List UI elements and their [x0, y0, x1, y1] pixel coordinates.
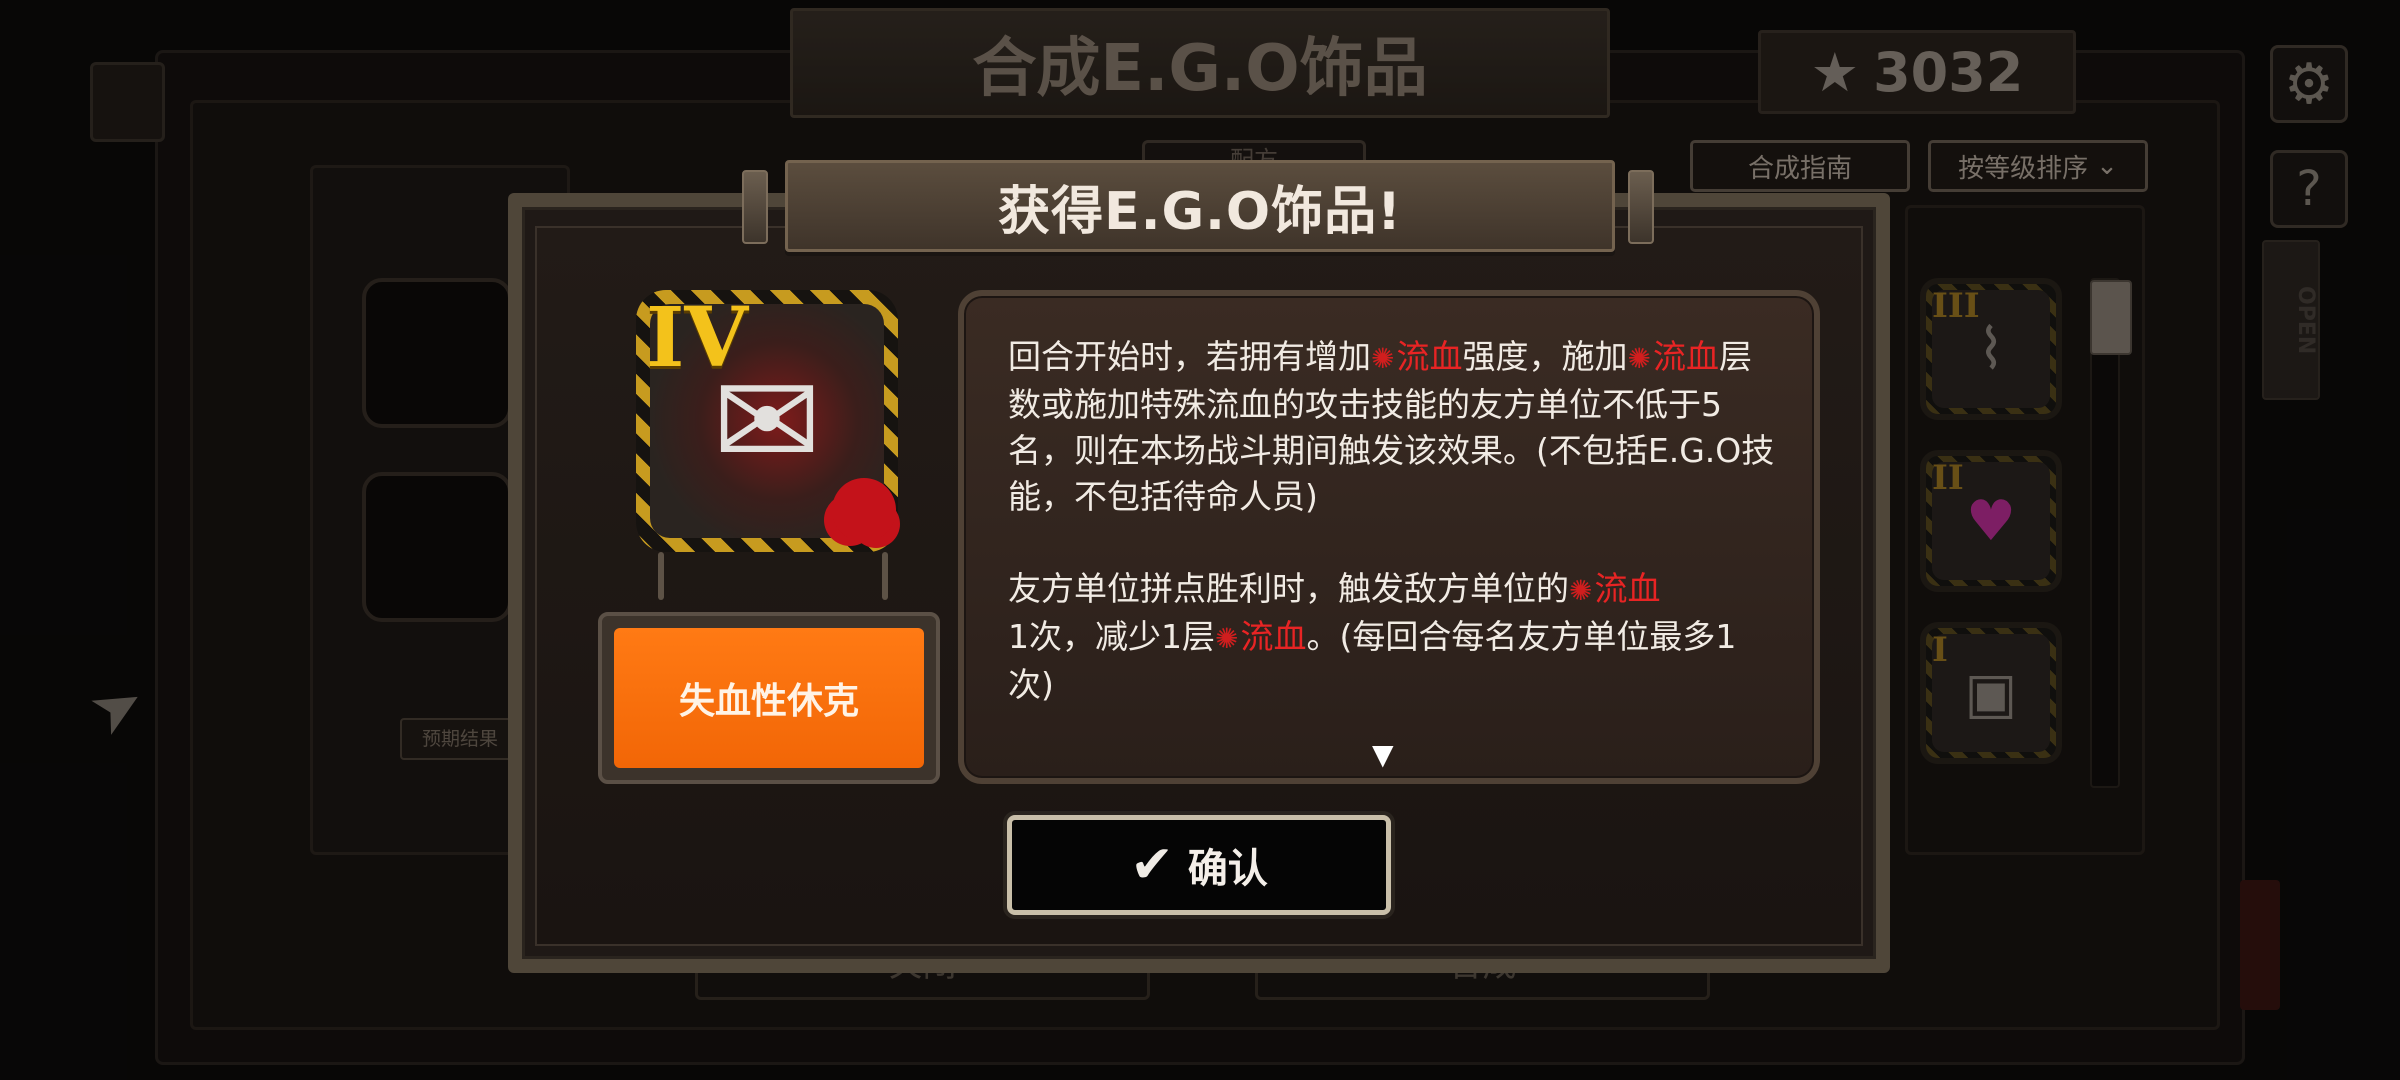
bleed-icon: ✺ [1569, 574, 1593, 607]
description-text-segment: 1次，减少1层 [1008, 617, 1215, 656]
description-text-segment: 友方单位拼点胜利时，触发敌方单位的 [1008, 569, 1569, 608]
ego-gift-rank: IV [646, 290, 748, 386]
description-paragraph-2: 友方单位拼点胜利时，触发敌方单位的✺流血 1次，减少1层✺流血。(每回合每名友方单… [1008, 566, 1778, 708]
bleed-keyword-label: 流血 [1396, 337, 1463, 376]
description-paragraph-1: 回合开始时，若拥有增加✺流血强度，施加✺流血层数或施加特殊流血的攻击技能的友方单… [1008, 334, 1778, 520]
bleed-keyword-label: 流血 [1594, 569, 1661, 608]
confirm-button[interactable]: ✔ 确认 [1007, 815, 1391, 915]
title-bracket-right [1628, 170, 1654, 244]
bleed-keyword: ✺流血 [1215, 617, 1306, 656]
modal-title-plate: 获得E.G.O饰品! [785, 160, 1615, 252]
bleed-keyword: ✺流血 [1371, 337, 1462, 376]
bleed-keyword-label: 流血 [1240, 617, 1307, 656]
description-text: 回合开始时，若拥有增加✺流血强度，施加✺流血层数或施加特殊流血的攻击技能的友方单… [1008, 334, 1778, 754]
bleed-icon: ✺ [1627, 342, 1651, 375]
bleed-keyword-label: 流血 [1652, 337, 1719, 376]
ego-gift-name-plate: 失血性休克 [598, 612, 940, 784]
checkmark-icon: ✔ [1130, 835, 1174, 895]
description-text-segment: 回合开始时，若拥有增加 [1008, 337, 1371, 376]
bleed-splat-icon [832, 478, 896, 542]
bleed-icon: ✺ [1215, 622, 1239, 655]
ego-gift-name-plate-fill: 失血性休克 [614, 628, 924, 768]
chain-left [658, 552, 664, 600]
description-text-segment: 强度，施加 [1462, 337, 1628, 376]
bleed-keyword: ✺流血 [1627, 337, 1718, 376]
ego-gift-name: 失血性休克 [678, 681, 859, 722]
bleed-keyword: ✺流血 [1569, 569, 1660, 608]
modal-title: 获得E.G.O饰品! [998, 181, 1402, 242]
confirm-label: 确认 [1187, 846, 1268, 892]
scroll-down-indicator[interactable]: ▼ [1372, 738, 1394, 771]
chain-right [882, 552, 888, 600]
title-bracket-left [742, 170, 768, 244]
bleed-icon: ✺ [1371, 342, 1395, 375]
